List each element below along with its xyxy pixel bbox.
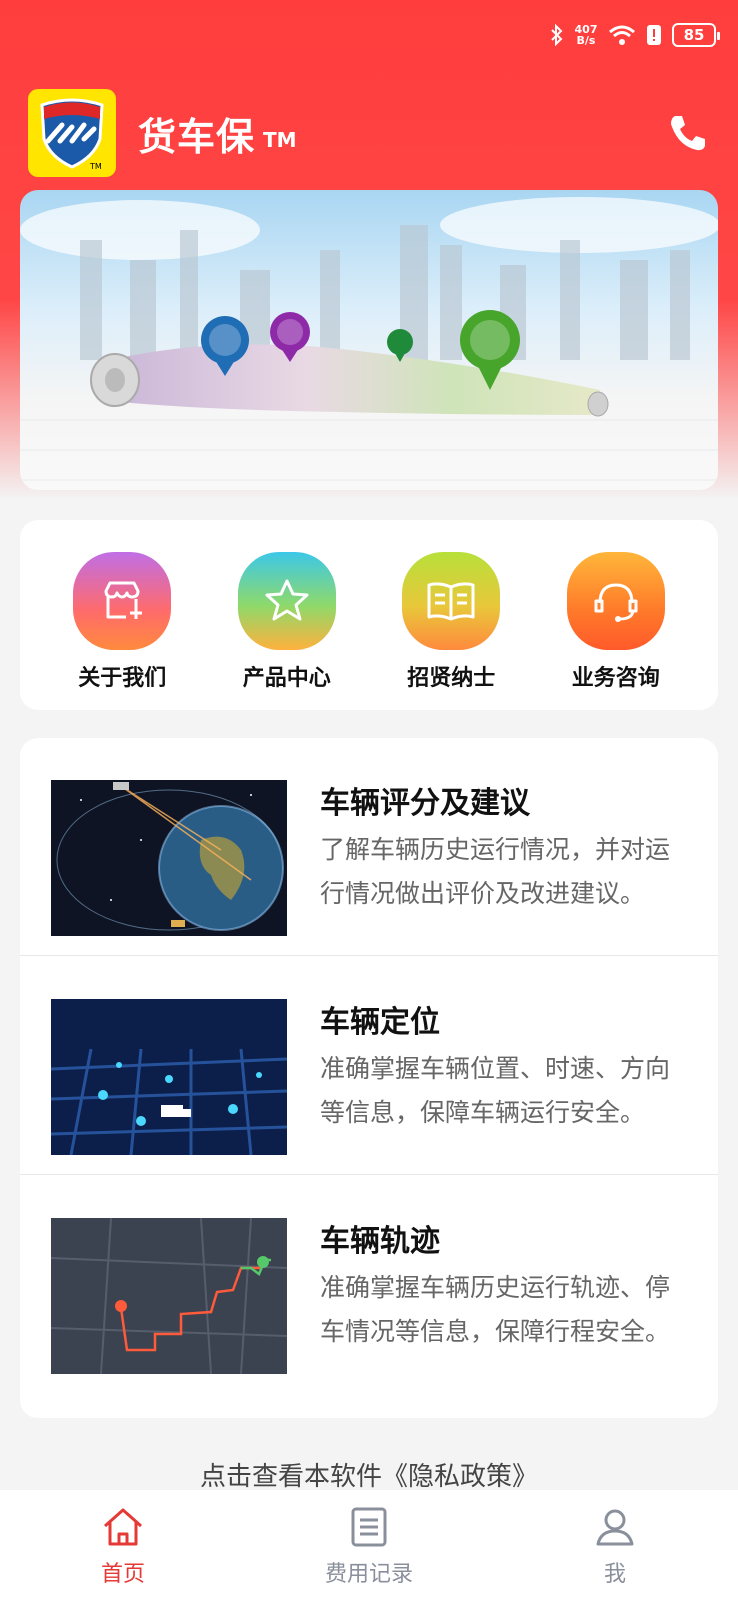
quick-link-label: 招贤纳士 <box>407 666 496 691</box>
phone-button[interactable] <box>666 111 710 155</box>
home-banner[interactable] <box>20 190 718 490</box>
app-logo: TM <box>28 89 116 177</box>
privacy-policy-link[interactable]: 点击查看本软件《隐私政策》 <box>0 1456 738 1493</box>
feature-item-score[interactable]: 车辆评分及建议 了解车辆历史运行情况，并对运行情况做出评价及改进建议。 <box>20 738 718 956</box>
alert-icon <box>647 25 661 45</box>
feature-item-track[interactable]: 车辆轨迹 准确掌握车辆历史运行轨迹、停车情况等信息，保障行程安全。 <box>20 1176 718 1394</box>
home-icon <box>104 1508 142 1546</box>
tab-expense-records[interactable]: 费用记录 <box>289 1490 449 1600</box>
book-icon <box>427 582 475 621</box>
feature-item-location[interactable]: 车辆定位 准确掌握车辆位置、时速、方向等信息，保障车辆运行安全。 <box>20 957 718 1175</box>
track-map-image <box>51 1218 287 1374</box>
quick-link-careers[interactable]: 招贤纳士 <box>386 552 516 710</box>
star-icon <box>265 579 309 621</box>
features-card: 车辆评分及建议 了解车辆历史运行情况，并对运行情况做出评价及改进建议。 车辆定位… <box>20 738 718 1418</box>
feature-description: 准确掌握车辆位置、时速、方向等信息，保障车辆运行安全。 <box>320 1054 671 1127</box>
quick-link-label: 业务咨询 <box>571 666 660 691</box>
trademark-mark: TM <box>263 128 297 152</box>
svg-text:TM: TM <box>89 162 102 171</box>
tab-home[interactable]: 首页 <box>43 1490 203 1600</box>
bottom-tab-bar: 首页 费用记录 我 <box>0 1490 738 1600</box>
feature-title: 车辆定位 <box>320 1005 440 1040</box>
tab-label: 首页 <box>100 1562 145 1587</box>
bluetooth-icon <box>551 24 563 46</box>
quick-link-consult[interactable]: 业务咨询 <box>551 552 681 710</box>
headset-icon <box>594 583 638 622</box>
quick-link-products[interactable]: 产品中心 <box>222 552 352 710</box>
feature-title: 车辆轨迹 <box>320 1224 440 1259</box>
feature-description: 准确掌握车辆历史运行轨迹、停车情况等信息，保障行程安全。 <box>320 1273 671 1346</box>
store-icon <box>104 581 143 619</box>
quick-links-card: 关于我们 产品中心 招贤纳士 业务咨询 <box>20 520 718 710</box>
receipt-icon <box>351 1507 387 1547</box>
tab-label: 费用记录 <box>324 1562 413 1587</box>
net-speed: 407 B/s <box>574 23 598 47</box>
feature-description: 了解车辆历史运行情况，并对运行情况做出评价及改进建议。 <box>320 835 671 908</box>
satellite-earth-image <box>51 780 287 936</box>
battery-indicator: 85 <box>672 23 720 47</box>
tab-me[interactable]: 我 <box>535 1490 695 1600</box>
quick-link-label: 产品中心 <box>242 666 331 691</box>
wifi-icon <box>609 25 635 45</box>
location-map-image <box>51 999 287 1155</box>
banner-image <box>20 197 718 481</box>
quick-link-label: 关于我们 <box>78 666 167 691</box>
app-header: TM 货车保 TM <box>28 88 710 178</box>
quick-link-about[interactable]: 关于我们 <box>57 552 187 710</box>
feature-title: 车辆评分及建议 <box>320 786 530 821</box>
app-title: 货车保 <box>138 114 256 159</box>
tab-label: 我 <box>603 1562 626 1587</box>
phone-icon <box>671 116 705 151</box>
status-bar: 407 B/s 85 <box>550 18 720 52</box>
user-icon <box>596 1509 634 1546</box>
